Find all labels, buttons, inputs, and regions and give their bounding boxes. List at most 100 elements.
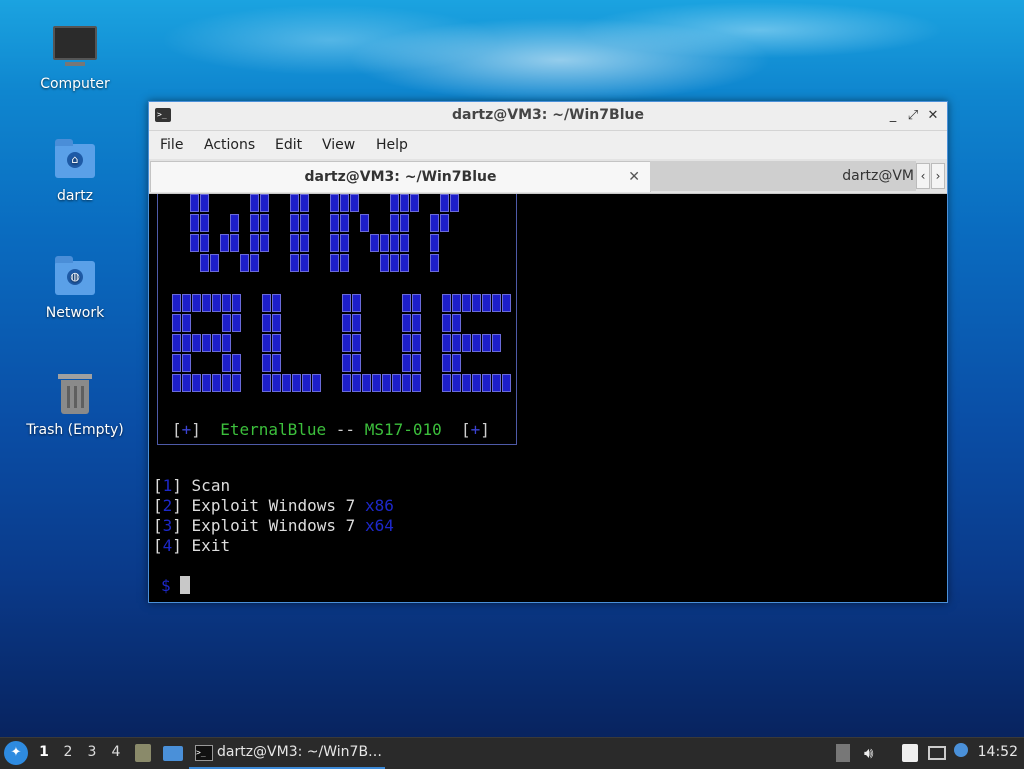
banner-block <box>172 334 181 352</box>
taskbar: ✦ 1 2 3 4 >_ dartz@VM3: ~/Win7B… 🔊︎ 14:5… <box>0 737 1024 769</box>
banner-block <box>192 294 201 312</box>
clipboard-icon[interactable] <box>902 744 918 762</box>
banner-block <box>450 194 459 212</box>
workspace-4[interactable]: 4 <box>108 744 124 760</box>
banner-block <box>452 314 461 332</box>
network-folder-icon: ◍ <box>53 255 97 299</box>
banner-block <box>442 314 451 332</box>
banner-block <box>260 214 269 232</box>
show-desktop-icon[interactable] <box>163 746 183 761</box>
banner-block <box>300 214 309 232</box>
tab-scroll-right-icon[interactable]: › <box>931 163 945 189</box>
terminal-output[interactable]: [+] EternalBlue -- MS17-010 [+] [1] Scan… <box>149 194 947 600</box>
shell-prompt[interactable]: $ <box>161 576 191 595</box>
banner-block <box>302 374 311 392</box>
workspace-1[interactable]: 1 <box>36 744 52 760</box>
banner-block <box>260 234 269 252</box>
banner-block <box>440 214 449 232</box>
banner-block <box>342 314 351 332</box>
menu-view[interactable]: View <box>322 137 355 153</box>
banner-block <box>502 294 511 312</box>
banner-block <box>442 374 451 392</box>
banner-block <box>340 254 349 272</box>
banner-block <box>352 294 361 312</box>
banner-block <box>472 374 481 392</box>
desktop-icon-label: Computer <box>40 76 110 92</box>
menu-option-exploit-x86: [2] Exploit Windows 7 x86 <box>153 496 394 515</box>
banner-block <box>282 374 291 392</box>
banner-block <box>340 214 349 232</box>
window-titlebar[interactable]: >_ dartz@VM3: ~/Win7Blue _ ⤢ ✕ <box>149 102 947 131</box>
terminal-app-icon: >_ <box>195 745 213 761</box>
banner-block <box>430 254 439 272</box>
trash-icon <box>53 372 97 416</box>
tab-scroll-left-icon[interactable]: ‹ <box>916 163 930 189</box>
banner-block <box>352 334 361 352</box>
tab-win7blue[interactable]: dartz@VM3: ~/Win7Blue ✕ <box>150 161 651 192</box>
banner-block <box>200 194 209 212</box>
tab-label: dartz@VM <box>842 168 914 184</box>
menu-actions[interactable]: Actions <box>204 137 255 153</box>
banner-block <box>292 374 301 392</box>
banner-block <box>182 294 191 312</box>
banner-block <box>412 354 421 372</box>
tab-close-icon[interactable]: ✕ <box>628 162 640 192</box>
banner-block <box>262 334 271 352</box>
banner-block <box>360 214 369 232</box>
menu-help[interactable]: Help <box>376 137 408 153</box>
desktop-icon-dartz[interactable]: ⌂ dartz <box>20 138 130 204</box>
banner-block <box>300 234 309 252</box>
banner-block <box>202 294 211 312</box>
banner-block <box>272 314 281 332</box>
file-manager-icon[interactable] <box>135 744 151 762</box>
update-icon[interactable] <box>954 743 968 757</box>
tray-arrow-icon[interactable] <box>836 744 850 762</box>
window-title: dartz@VM3: ~/Win7Blue <box>452 107 644 123</box>
banner-block <box>200 214 209 232</box>
banner-block <box>230 234 239 252</box>
banner-block <box>452 374 461 392</box>
banner-block <box>492 334 501 352</box>
banner-block <box>212 294 221 312</box>
banner-block <box>380 254 389 272</box>
desktop-icon-network[interactable]: ◍ Network <box>20 255 130 321</box>
tab-second[interactable]: dartz@VM <box>650 161 916 191</box>
workspace-3[interactable]: 3 <box>84 744 100 760</box>
banner-block <box>410 194 419 212</box>
banner-block <box>192 374 201 392</box>
banner-block <box>210 254 219 272</box>
menu-option-scan: [1] Scan <box>153 476 231 495</box>
banner-block <box>482 334 491 352</box>
menu-file[interactable]: File <box>160 137 183 153</box>
banner-block <box>462 334 471 352</box>
banner-block <box>300 254 309 272</box>
desktop-icon-computer[interactable]: Computer <box>20 22 130 92</box>
close-button[interactable]: ✕ <box>924 107 942 125</box>
banner-block <box>182 334 191 352</box>
banner-block <box>272 374 281 392</box>
workspace-2[interactable]: 2 <box>60 744 76 760</box>
banner-block <box>400 234 409 252</box>
banner-block <box>492 374 501 392</box>
menu-edit[interactable]: Edit <box>275 137 302 153</box>
minimize-button[interactable]: _ <box>884 107 902 125</box>
banner-block <box>330 234 339 252</box>
banner-block <box>452 334 461 352</box>
start-menu-icon[interactable]: ✦ <box>4 741 28 765</box>
banner-block <box>250 254 259 272</box>
taskbar-terminal-task[interactable]: >_ dartz@VM3: ~/Win7B… <box>189 738 385 769</box>
banner-block <box>342 374 351 392</box>
banner-block <box>330 194 339 212</box>
banner-block <box>272 354 281 372</box>
banner-block <box>402 334 411 352</box>
desktop-icon-trash[interactable]: Trash (Empty) <box>20 372 130 438</box>
volume-icon[interactable]: 🔊︎ <box>864 744 880 762</box>
maximize-button[interactable]: ⤢ <box>904 107 922 125</box>
menu-option-exploit-x64: [3] Exploit Windows 7 x64 <box>153 516 394 535</box>
banner-block <box>262 294 271 312</box>
banner-block <box>342 334 351 352</box>
network-icon[interactable] <box>928 746 946 760</box>
banner-block <box>232 314 241 332</box>
terminal-window[interactable]: >_ dartz@VM3: ~/Win7Blue _ ⤢ ✕ File Acti… <box>148 101 948 603</box>
banner-block <box>192 334 201 352</box>
